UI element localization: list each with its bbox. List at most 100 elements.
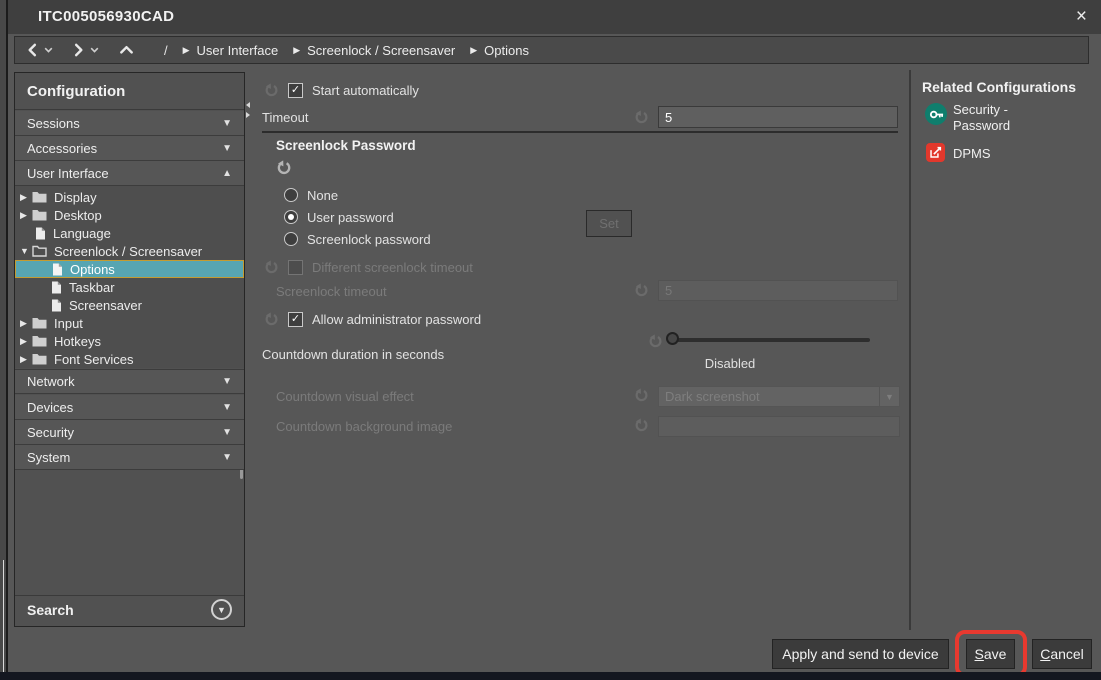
expand-arrow-icon[interactable]: ▶ (20, 318, 32, 329)
collapse-arrow-icon[interactable]: ▼ (20, 246, 32, 256)
search-label: Search (27, 602, 74, 618)
set-password-button[interactable]: Set (586, 210, 632, 237)
section-label: Accessories (27, 141, 97, 156)
none-radio[interactable] (284, 188, 298, 202)
tree-item-label: Screenlock / Screensaver (54, 244, 202, 259)
user-password-radio[interactable] (284, 210, 298, 224)
sidebar-search-section[interactable]: Search ▼ (15, 595, 244, 623)
expand-arrow-icon[interactable]: ▶ (20, 210, 32, 221)
breadcrumb-label: Screenlock / Screensaver (307, 43, 455, 58)
countdown-visual-effect-dropdown: Dark screenshot ▼ (658, 386, 900, 407)
sidebar-section-user-interface[interactable]: User Interface ▲ (15, 161, 244, 186)
sidebar-section-security[interactable]: Security ▼ (15, 420, 244, 445)
countdown-background-image-label: Countdown background image (276, 419, 452, 434)
folder-icon (32, 191, 47, 203)
revert-icon[interactable] (264, 312, 279, 327)
tree-item-label: Options (70, 262, 115, 277)
revert-icon (634, 418, 649, 433)
sidebar-section-network[interactable]: Network ▼ (15, 369, 244, 394)
allow-admin-password-row: ✓ Allow administrator password (264, 310, 481, 328)
save-button[interactable]: Save (966, 639, 1015, 669)
chevron-down-icon: ▼ (222, 143, 232, 154)
tree-item-taskbar[interactable]: Taskbar (15, 278, 244, 296)
expand-arrow-icon[interactable]: ▶ (20, 192, 32, 203)
expand-arrow-icon[interactable]: ▶ (20, 354, 32, 365)
forward-icon[interactable] (71, 42, 86, 58)
sidebar-section-sessions[interactable]: Sessions ▼ (15, 111, 244, 136)
sidebar-section-system[interactable]: System ▼ (15, 445, 244, 470)
cancel-button[interactable]: Cancel (1032, 639, 1092, 669)
check-icon: ✓ (291, 314, 300, 325)
sidebar-section-devices[interactable]: Devices ▼ (15, 395, 244, 420)
tree-item-desktop[interactable]: ▶ Desktop (15, 206, 244, 224)
tree-item-language[interactable]: Language (15, 224, 244, 242)
revert-icon[interactable] (276, 160, 292, 176)
related-link-dpms[interactable]: DPMS (953, 146, 991, 161)
tree-item-display[interactable]: ▶ Display (15, 188, 244, 206)
radio-row-none: None (284, 186, 338, 204)
breadcrumb-item-options[interactable]: ▶ Options (470, 43, 529, 58)
tree-item-screensaver[interactable]: Screensaver (15, 296, 244, 314)
tree-item-hotkeys[interactable]: ▶ Hotkeys (15, 332, 244, 350)
apply-and-send-button[interactable]: Apply and send to device (772, 639, 949, 669)
screenlock-password-radio-label: Screenlock password (307, 232, 431, 247)
tree-item-options-selected[interactable]: Options (15, 260, 244, 278)
file-icon (51, 299, 62, 312)
configuration-sidebar: Configuration Sessions ▼ Accessories ▼ U… (14, 72, 245, 627)
section-label: Devices (27, 400, 73, 415)
sidebar-header: Configuration (15, 73, 244, 110)
section-label: Security (27, 425, 74, 440)
none-radio-label: None (307, 188, 338, 203)
screenlock-password-radio[interactable] (284, 232, 298, 246)
screenlock-password-heading: Screenlock Password (276, 138, 416, 153)
configuration-tree: ▶ Display ▶ Desktop Language ▼ Screenloc… (15, 186, 244, 368)
file-icon (35, 227, 46, 240)
sidebar-section-accessories[interactable]: Accessories ▼ (15, 136, 244, 161)
timeout-label: Timeout (262, 110, 308, 125)
breadcrumb-root[interactable]: / (164, 43, 168, 58)
background-app-edge (0, 0, 8, 672)
radio-row-screenlock-password: Screenlock password (284, 230, 431, 248)
back-icon[interactable] (25, 42, 40, 58)
forward-history-caret-icon[interactable] (90, 46, 99, 54)
chevron-down-icon: ▼ (222, 376, 232, 387)
tree-item-font-services[interactable]: ▶ Font Services (15, 350, 244, 368)
countdown-duration-slider-track[interactable] (670, 338, 870, 342)
screenlock-timeout-input (658, 280, 898, 301)
timeout-input[interactable] (658, 106, 898, 128)
folder-icon (32, 209, 47, 221)
revert-icon (634, 283, 649, 298)
cancel-mnemonic: C (1040, 646, 1050, 662)
allow-admin-password-checkbox[interactable]: ✓ (288, 312, 303, 327)
tree-item-label: Input (54, 316, 83, 331)
close-icon[interactable]: × (1076, 0, 1087, 34)
expand-arrow-icon[interactable]: ▶ (20, 336, 32, 347)
start-automatically-checkbox[interactable]: ✓ (288, 83, 303, 98)
folder-icon (32, 335, 47, 347)
different-screenlock-timeout-row: Different screenlock timeout (264, 258, 473, 276)
revert-icon[interactable] (634, 110, 649, 125)
tree-item-screenlock-screensaver[interactable]: ▼ Screenlock / Screensaver (15, 242, 244, 260)
revert-icon[interactable] (648, 334, 663, 349)
search-expand-icon[interactable]: ▼ (211, 599, 232, 620)
start-automatically-label: Start automatically (312, 83, 419, 98)
related-link-security-password[interactable]: Security - Password (953, 102, 1061, 134)
breadcrumb-item-user-interface[interactable]: ▶ User Interface (183, 43, 279, 58)
radio-row-user-password: User password (284, 208, 394, 226)
folder-icon (32, 317, 47, 329)
countdown-duration-slider-thumb[interactable] (666, 332, 679, 345)
edit-icon (926, 143, 945, 162)
different-screenlock-timeout-label: Different screenlock timeout (312, 260, 473, 275)
breadcrumb-item-screenlock[interactable]: ▶ Screenlock / Screensaver (293, 43, 455, 58)
up-level-icon[interactable] (119, 42, 134, 58)
splitter-expand-icon[interactable] (246, 112, 250, 118)
tree-item-input[interactable]: ▶ Input (15, 314, 244, 332)
file-icon (51, 281, 62, 294)
window-title: ITC005056930CAD (38, 0, 174, 34)
revert-icon (634, 388, 649, 403)
tree-item-label: Hotkeys (54, 334, 101, 349)
section-label: System (27, 450, 70, 465)
splitter-collapse-icon[interactable] (246, 102, 250, 108)
revert-icon[interactable] (264, 83, 279, 98)
back-history-caret-icon[interactable] (44, 46, 53, 54)
